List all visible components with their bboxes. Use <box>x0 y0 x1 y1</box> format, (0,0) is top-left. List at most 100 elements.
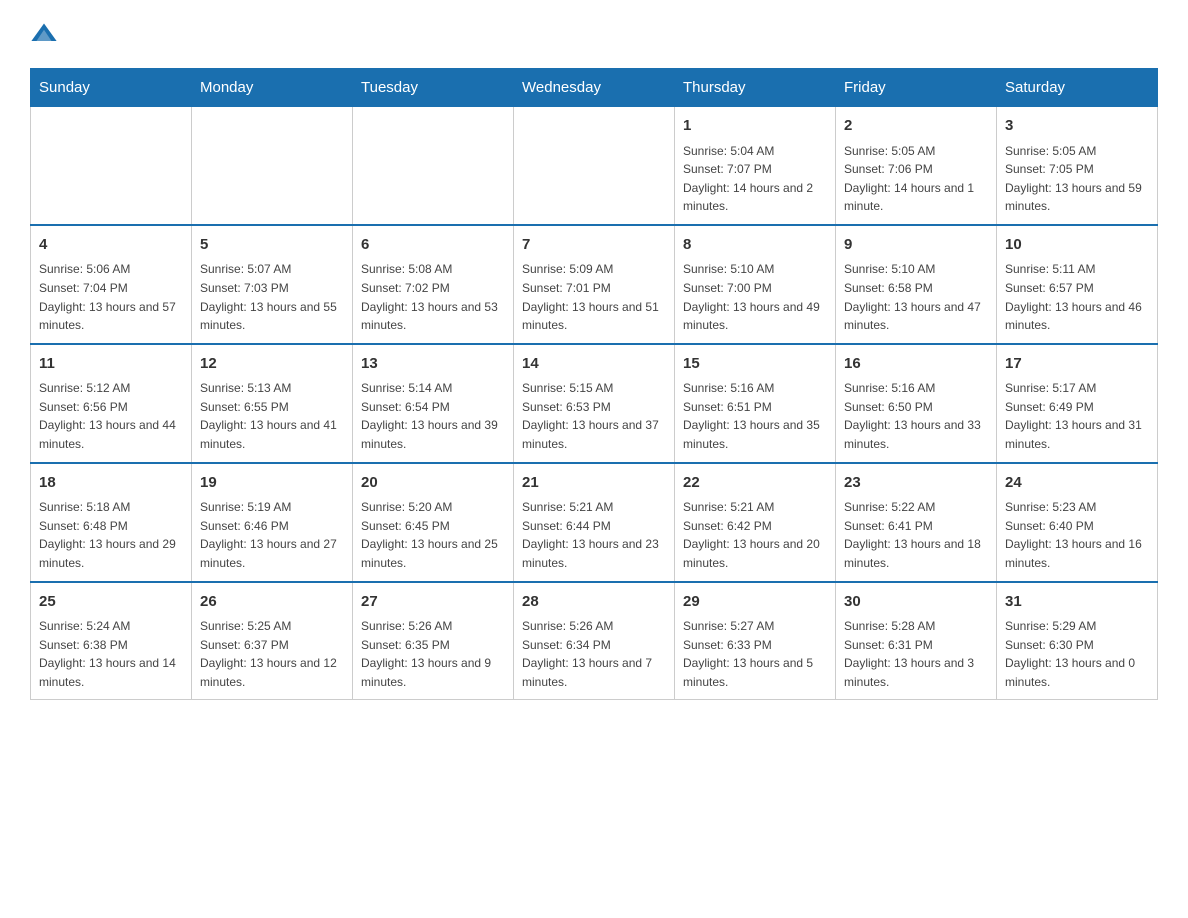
day-number: 9 <box>844 234 988 257</box>
calendar-cell: 27 Sunrise: 5:26 AM Sunset: 6:35 PM Dayli… <box>353 582 514 700</box>
day-info: Sunrise: 5:13 AM Sunset: 6:55 PM Dayligh… <box>200 379 344 453</box>
day-number: 29 <box>683 591 827 614</box>
calendar-cell: 16Sunrise: 5:16 AM Sunset: 6:50 PM Dayli… <box>836 344 997 463</box>
day-info: Sunrise: 5:14 AM Sunset: 6:54 PM Dayligh… <box>361 379 505 453</box>
day-number: 2 <box>844 115 988 138</box>
day-info: Sunrise: 5:23 AM Sunset: 6:40 PM Dayligh… <box>1005 498 1149 572</box>
calendar-cell: 30 Sunrise: 5:28 AM Sunset: 6:31 PM Dayli… <box>836 582 997 700</box>
calendar-cell: 15 Sunrise: 5:16 AM Sunset: 6:51 PM Dayli… <box>675 344 836 463</box>
day-number: 21 <box>522 472 666 495</box>
calendar-cell: 2 Sunrise: 5:05 AM Sunset: 7:06 PM Daylig… <box>836 107 997 225</box>
header-saturday: Saturday <box>997 69 1158 107</box>
calendar-cell: 10 Sunrise: 5:11 AM Sunset: 6:57 PM Dayli… <box>997 225 1158 344</box>
day-number: 5 <box>200 234 344 257</box>
calendar-cell: 4 Sunrise: 5:06 AM Sunset: 7:04 PM Daylig… <box>31 225 192 344</box>
day-info: Sunrise: 5:27 AM Sunset: 6:33 PM Dayligh… <box>683 617 827 691</box>
calendar-cell: 24 Sunrise: 5:23 AM Sunset: 6:40 PM Dayli… <box>997 463 1158 582</box>
day-number: 3 <box>1005 115 1149 138</box>
day-number: 11 <box>39 353 183 376</box>
day-info: Sunrise: 5:15 AM Sunset: 6:53 PM Dayligh… <box>522 379 666 453</box>
day-number: 23 <box>844 472 988 495</box>
calendar-cell: 5 Sunrise: 5:07 AM Sunset: 7:03 PM Daylig… <box>192 225 353 344</box>
calendar-cell: 22 Sunrise: 5:21 AM Sunset: 6:42 PM Dayli… <box>675 463 836 582</box>
header-tuesday: Tuesday <box>353 69 514 107</box>
day-info: Sunrise: 5:05 AM Sunset: 7:06 PM Dayligh… <box>844 142 988 216</box>
calendar-cell <box>514 107 675 225</box>
day-info: Sunrise: 5:22 AM Sunset: 6:41 PM Dayligh… <box>844 498 988 572</box>
day-number: 22 <box>683 472 827 495</box>
calendar-cell <box>353 107 514 225</box>
calendar-cell <box>31 107 192 225</box>
day-number: 26 <box>200 591 344 614</box>
calendar-cell: 14 Sunrise: 5:15 AM Sunset: 6:53 PM Dayli… <box>514 344 675 463</box>
calendar-cell: 18 Sunrise: 5:18 AM Sunset: 6:48 PM Dayli… <box>31 463 192 582</box>
day-info: Sunrise: 5:18 AM Sunset: 6:48 PM Dayligh… <box>39 498 183 572</box>
day-number: 28 <box>522 591 666 614</box>
calendar-cell: 9 Sunrise: 5:10 AM Sunset: 6:58 PM Daylig… <box>836 225 997 344</box>
header-thursday: Thursday <box>675 69 836 107</box>
day-number: 19 <box>200 472 344 495</box>
day-info: Sunrise: 5:20 AM Sunset: 6:45 PM Dayligh… <box>361 498 505 572</box>
day-number: 16 <box>844 353 988 376</box>
calendar-week-row: 11 Sunrise: 5:12 AM Sunset: 6:56 PM Dayli… <box>31 344 1158 463</box>
day-info: Sunrise: 5:05 AM Sunset: 7:05 PM Dayligh… <box>1005 142 1149 216</box>
day-info: Sunrise: 5:08 AM Sunset: 7:02 PM Dayligh… <box>361 260 505 334</box>
day-info: Sunrise: 5:10 AM Sunset: 7:00 PM Dayligh… <box>683 260 827 334</box>
day-number: 14 <box>522 353 666 376</box>
day-info: Sunrise: 5:17 AM Sunset: 6:49 PM Dayligh… <box>1005 379 1149 453</box>
header-wednesday: Wednesday <box>514 69 675 107</box>
day-number: 12 <box>200 353 344 376</box>
day-number: 20 <box>361 472 505 495</box>
day-number: 15 <box>683 353 827 376</box>
header-friday: Friday <box>836 69 997 107</box>
calendar-cell: 7Sunrise: 5:09 AM Sunset: 7:01 PM Daylig… <box>514 225 675 344</box>
day-info: Sunrise: 5:12 AM Sunset: 6:56 PM Dayligh… <box>39 379 183 453</box>
day-info: Sunrise: 5:19 AM Sunset: 6:46 PM Dayligh… <box>200 498 344 572</box>
day-number: 24 <box>1005 472 1149 495</box>
day-info: Sunrise: 5:09 AM Sunset: 7:01 PM Dayligh… <box>522 260 666 334</box>
day-info: Sunrise: 5:06 AM Sunset: 7:04 PM Dayligh… <box>39 260 183 334</box>
calendar-cell: 19 Sunrise: 5:19 AM Sunset: 6:46 PM Dayli… <box>192 463 353 582</box>
calendar-cell: 31Sunrise: 5:29 AM Sunset: 6:30 PM Dayli… <box>997 582 1158 700</box>
day-info: Sunrise: 5:10 AM Sunset: 6:58 PM Dayligh… <box>844 260 988 334</box>
day-info: Sunrise: 5:25 AM Sunset: 6:37 PM Dayligh… <box>200 617 344 691</box>
calendar-cell: 20 Sunrise: 5:20 AM Sunset: 6:45 PM Dayli… <box>353 463 514 582</box>
calendar-week-row: 18 Sunrise: 5:18 AM Sunset: 6:48 PM Dayli… <box>31 463 1158 582</box>
day-info: Sunrise: 5:21 AM Sunset: 6:44 PM Dayligh… <box>522 498 666 572</box>
day-info: Sunrise: 5:16 AM Sunset: 6:51 PM Dayligh… <box>683 379 827 453</box>
calendar-cell: 28 Sunrise: 5:26 AM Sunset: 6:34 PM Dayli… <box>514 582 675 700</box>
calendar-week-row: 4 Sunrise: 5:06 AM Sunset: 7:04 PM Daylig… <box>31 225 1158 344</box>
calendar-cell: 29 Sunrise: 5:27 AM Sunset: 6:33 PM Dayli… <box>675 582 836 700</box>
calendar-cell: 1 Sunrise: 5:04 AM Sunset: 7:07 PM Daylig… <box>675 107 836 225</box>
calendar-cell: 8Sunrise: 5:10 AM Sunset: 7:00 PM Daylig… <box>675 225 836 344</box>
calendar-table: SundayMondayTuesdayWednesdayThursdayFrid… <box>30 68 1158 700</box>
logo-icon <box>30 20 58 48</box>
day-number: 1 <box>683 115 827 138</box>
calendar-cell: 13 Sunrise: 5:14 AM Sunset: 6:54 PM Dayli… <box>353 344 514 463</box>
calendar-cell: 3 Sunrise: 5:05 AM Sunset: 7:05 PM Daylig… <box>997 107 1158 225</box>
day-info: Sunrise: 5:29 AM Sunset: 6:30 PM Dayligh… <box>1005 617 1149 691</box>
day-number: 30 <box>844 591 988 614</box>
day-info: Sunrise: 5:11 AM Sunset: 6:57 PM Dayligh… <box>1005 260 1149 334</box>
day-info: Sunrise: 5:04 AM Sunset: 7:07 PM Dayligh… <box>683 142 827 216</box>
day-info: Sunrise: 5:07 AM Sunset: 7:03 PM Dayligh… <box>200 260 344 334</box>
calendar-cell: 12 Sunrise: 5:13 AM Sunset: 6:55 PM Dayli… <box>192 344 353 463</box>
day-number: 18 <box>39 472 183 495</box>
header-monday: Monday <box>192 69 353 107</box>
day-number: 27 <box>361 591 505 614</box>
day-number: 6 <box>361 234 505 257</box>
day-info: Sunrise: 5:24 AM Sunset: 6:38 PM Dayligh… <box>39 617 183 691</box>
day-number: 13 <box>361 353 505 376</box>
day-number: 25 <box>39 591 183 614</box>
calendar-cell: 17 Sunrise: 5:17 AM Sunset: 6:49 PM Dayli… <box>997 344 1158 463</box>
day-number: 10 <box>1005 234 1149 257</box>
day-number: 4 <box>39 234 183 257</box>
day-info: Sunrise: 5:21 AM Sunset: 6:42 PM Dayligh… <box>683 498 827 572</box>
day-number: 17 <box>1005 353 1149 376</box>
calendar-cell: 26 Sunrise: 5:25 AM Sunset: 6:37 PM Dayli… <box>192 582 353 700</box>
day-info: Sunrise: 5:26 AM Sunset: 6:35 PM Dayligh… <box>361 617 505 691</box>
day-info: Sunrise: 5:26 AM Sunset: 6:34 PM Dayligh… <box>522 617 666 691</box>
day-info: Sunrise: 5:28 AM Sunset: 6:31 PM Dayligh… <box>844 617 988 691</box>
calendar-week-row: 1 Sunrise: 5:04 AM Sunset: 7:07 PM Daylig… <box>31 107 1158 225</box>
calendar-cell: 25 Sunrise: 5:24 AM Sunset: 6:38 PM Dayli… <box>31 582 192 700</box>
